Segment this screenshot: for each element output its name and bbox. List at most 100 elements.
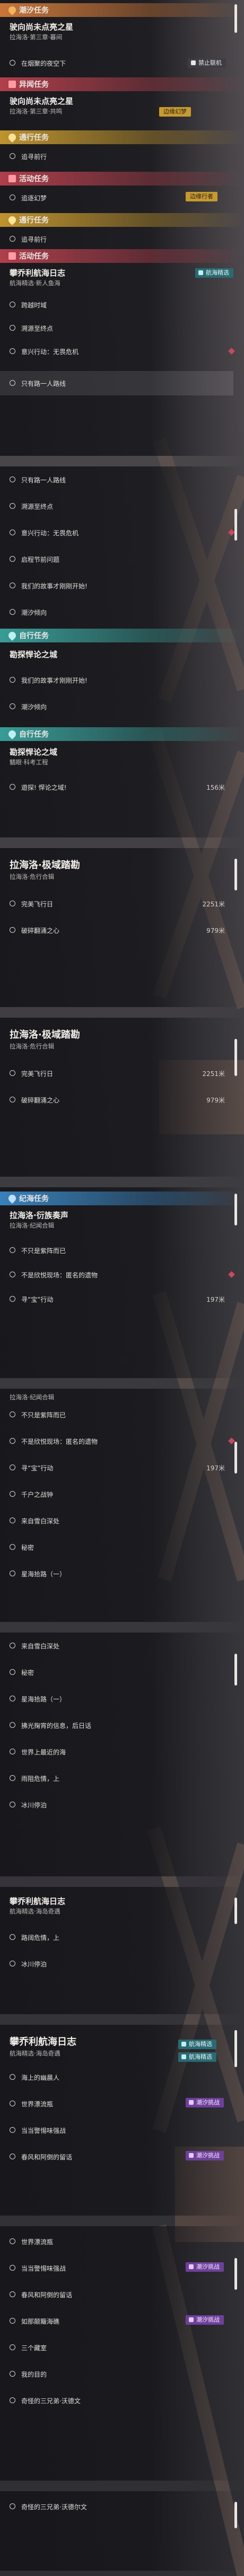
objective-checkbox: [10, 784, 15, 790]
quest-port-1[interactable]: 拉海洛·极域踏勘 拉海洛·危行合辑: [0, 853, 233, 890]
objective-row[interactable]: 冰川停泊: [0, 1954, 233, 1974]
frontier-walker-badge: 边缘行者: [186, 192, 217, 201]
objective-checkbox: [10, 583, 15, 588]
objective-row[interactable]: 星海拾路（一）: [0, 1689, 233, 1709]
objective-row[interactable]: 追寻前行: [0, 229, 233, 249]
scrollbar-thumb[interactable]: [234, 1654, 237, 1686]
objective-row[interactable]: 遊探! 悍论之域! 156米: [0, 777, 233, 797]
objective-row[interactable]: 潮汐倾向: [0, 696, 233, 717]
scrollbar-thumb[interactable]: [234, 859, 237, 890]
category-header-tide[interactable]: 潮汐任务: [0, 3, 244, 17]
category-header-chronicle[interactable]: 纪海任务: [0, 1192, 244, 1205]
objective-checkbox: [10, 1669, 15, 1675]
scrollbar-thumb[interactable]: [234, 1194, 237, 1225]
objective-row[interactable]: 奇怪的三兄弟·沃德文: [0, 2390, 233, 2411]
objective-row[interactable]: 如那颠簸海礁 潮汐挑战: [0, 2311, 233, 2331]
objective-row[interactable]: 冰川停泊: [0, 1795, 233, 1815]
objective-row[interactable]: 来自雪白深处: [0, 1511, 233, 1531]
objective-row[interactable]: 春风和阿倒的留话: [0, 2284, 233, 2305]
objective-row[interactable]: 破碎翻涌之心 979米: [0, 1090, 233, 1110]
objective-row[interactable]: 完美飞行日 2251米: [0, 894, 233, 914]
objective-row[interactable]: 拂光掬宵的信息，后日话: [0, 1715, 233, 1735]
quest-log-3[interactable]: 攀乔利航海日志 航海精选·海岛奇遇 航海精选 航海精选: [0, 2030, 233, 2064]
objective-row[interactable]: 星海拾路（一）: [0, 1564, 233, 1584]
objective-row[interactable]: 世界漂流瓶: [0, 2231, 233, 2252]
objective-row[interactable]: 不只是紫阵而已: [0, 1240, 233, 1260]
category-header-anomaly[interactable]: 异闻任务: [0, 77, 244, 91]
quest-zero-star-1[interactable]: 驶向尚未点亮之星 拉海洛·第三章·暮间: [0, 18, 233, 52]
objective-row[interactable]: 秘密: [0, 1537, 233, 1557]
objective-checkbox: [10, 2238, 15, 2244]
quest-zero-star-2[interactable]: 驶向尚未点亮之星 拉海洛·第三章·共鸣 边缘幻梦: [0, 92, 233, 126]
scrollbar-thumb[interactable]: [234, 1898, 237, 1924]
objective-row[interactable]: 春风和阿倒的留话 潮汐挑战: [0, 2147, 233, 2167]
scrollbar-thumb[interactable]: [234, 509, 237, 541]
objective-row[interactable]: 破碎翻涌之心 979米: [0, 920, 233, 940]
objective-row[interactable]: 我们的故事才刚刚开始!: [0, 576, 233, 596]
objective-row[interactable]: 寻“宝”行动 197米: [0, 1458, 233, 1478]
objective-row[interactable]: 意兴行动：无畏危机: [0, 341, 235, 361]
quest-title: 拉海洛·极域踏勘: [10, 860, 80, 871]
objective-row[interactable]: 当当警惕味强战: [0, 2120, 233, 2140]
quest-voyage[interactable]: 拉海洛·衍族奏声 拉海洛·纪闻合辑: [0, 1206, 233, 1238]
category-label: 通行任务: [19, 216, 49, 225]
scrollbar-thumb[interactable]: [234, 2258, 237, 2290]
quest-port-2[interactable]: 拉海洛·极域踏勘 拉海洛·危行合辑: [0, 1023, 233, 1060]
objective-row[interactable]: 千户之战钟: [0, 1484, 233, 1504]
objective-row[interactable]: 只有路一人路线: [0, 373, 233, 393]
quest-subtitle: 拉海洛·第三章·共鸣: [10, 108, 63, 115]
objective-row[interactable]: 我的目的: [0, 2364, 233, 2384]
objective-row[interactable]: 溯源至终点: [0, 318, 233, 338]
objective-row[interactable]: 在烟聚的夜空下 禁止联机: [0, 53, 233, 73]
objective-row[interactable]: 启程节前问题: [0, 549, 233, 569]
category-header-pass[interactable]: 通行任务: [0, 130, 244, 144]
objective-row[interactable]: 跨越时域: [0, 295, 233, 315]
quest-rogue-1[interactable]: 勘探悍论之城: [0, 646, 233, 667]
distance-label: 979米: [206, 1097, 225, 1104]
objective-row[interactable]: 秘密: [0, 1662, 233, 1682]
objective-text: 路阔危情，上: [21, 1934, 60, 1942]
category-header-free[interactable]: 自行任务: [0, 629, 244, 642]
objective-row[interactable]: 不只是紫阵而已: [0, 1405, 233, 1425]
quest-log-2[interactable]: 攀乔利航海日志 航海精选·海岛奇遇: [0, 1892, 233, 1924]
category-header-pass-2[interactable]: 通行任务: [0, 213, 244, 227]
scrollbar-thumb[interactable]: [234, 4, 237, 33]
objective-row[interactable]: 潮汐倾向: [0, 602, 233, 622]
objective-row[interactable]: 只有路一人路线: [0, 470, 233, 490]
objective-row[interactable]: 追寻前行: [0, 146, 233, 166]
objective-text: 遊探! 悍论之域!: [21, 784, 67, 791]
objective-row[interactable]: 寻“宝”行动 197米: [0, 1289, 233, 1309]
objective-row[interactable]: 世界上最近的海: [0, 1742, 233, 1762]
objective-row[interactable]: 来自雪白深处: [0, 1636, 233, 1656]
objective-row[interactable]: 我们的故事才刚刚开始!: [0, 670, 233, 690]
objective-text: 我的目的: [21, 2371, 47, 2378]
scrollbar-thumb[interactable]: [234, 2030, 237, 2067]
objective-row[interactable]: 溯源至终点: [0, 496, 233, 516]
category-header-event-2[interactable]: 活动任务: [0, 249, 244, 263]
objective-row[interactable]: 不是欣悦现场：匿名的遗物: [0, 1431, 235, 1451]
objective-text: 不是欣悦现场：匿名的遗物: [21, 1438, 98, 1445]
distance-label: 197米: [206, 1296, 225, 1303]
quest-rogue-2[interactable]: 勘探悍论之域 魑眼·科考工程: [0, 743, 233, 773]
objective-checkbox: [10, 380, 15, 386]
objective-row[interactable]: 意兴行动：无畏危机: [0, 523, 235, 543]
category-header-free-2[interactable]: 自行任务: [0, 727, 244, 741]
objective-row[interactable]: 奇怪的三兄弟·沃德尔文: [0, 2496, 233, 2517]
objective-row[interactable]: 世界漂流瓶 潮汐挑战: [0, 2094, 233, 2114]
quest-panel-9: 攀乔利航海日志 航海精选·海岛奇遇 航海精选 航海精选 海上的幽晨人 世界漂流瓶…: [0, 2025, 244, 2216]
objective-row[interactable]: 三个藏室: [0, 2337, 233, 2358]
objective-row[interactable]: 不是欣悦现场：匿名的遗物: [0, 1265, 235, 1285]
distance-label: 2251米: [202, 1070, 225, 1078]
scrollbar-thumb[interactable]: [234, 1442, 237, 1474]
objective-row[interactable]: 完美飞行日 2251米: [0, 1063, 233, 1083]
objective-row[interactable]: 雨阻危情，上: [0, 1768, 233, 1788]
scrollbar-thumb[interactable]: [234, 1039, 237, 1076]
objective-text: 星海拾路（一）: [21, 1696, 66, 1703]
objective-row[interactable]: 海上的幽晨人: [0, 2067, 233, 2087]
quest-log-1[interactable]: 攀乔利航海日志 航海精选·新人鱼海 航海精选: [0, 264, 233, 293]
scrollbar-thumb[interactable]: [234, 2502, 237, 2528]
objective-row[interactable]: 当当警惕味强战 潮汐挑战: [0, 2258, 233, 2278]
objective-row[interactable]: 追逐幻梦 边缘行者: [0, 188, 233, 208]
category-header-event[interactable]: 活动任务: [0, 172, 244, 186]
objective-row[interactable]: 路阔危情，上: [0, 1927, 233, 1947]
